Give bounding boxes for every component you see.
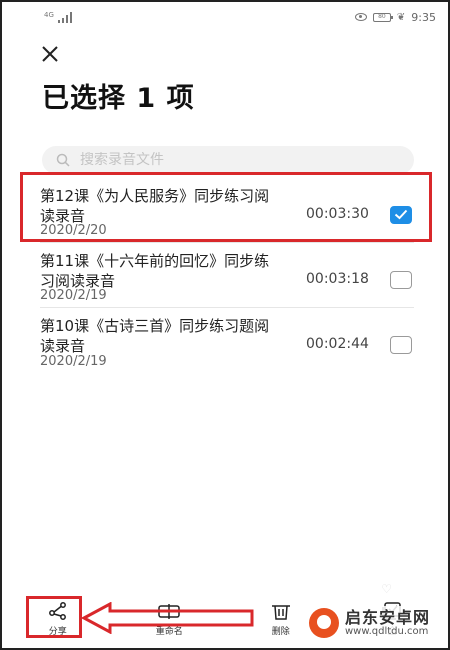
watermark-url: www.qdltdu.com bbox=[344, 626, 429, 638]
search-icon bbox=[56, 153, 70, 167]
trash-icon bbox=[271, 605, 290, 620]
recording-checkbox[interactable] bbox=[390, 336, 412, 354]
clock: 9:35 bbox=[411, 10, 436, 24]
watermark-text: 启东安卓网 www.qdltdu.com bbox=[345, 609, 430, 638]
rename-icon bbox=[158, 604, 180, 619]
recording-item-2[interactable]: 第11课《十六年前的回忆》同步练习阅读录音 00:03:18 2020/2/19 bbox=[40, 243, 414, 308]
watermark: 启东安卓网 www.qdltdu.com bbox=[304, 606, 434, 640]
screen: 4G 80 ❦ 9:35 已选择 1 项 搜索录音文件 第12课《为人民服务》同… bbox=[0, 0, 450, 650]
delete-button[interactable]: 删除 bbox=[251, 600, 311, 637]
watermark-logo-icon bbox=[308, 608, 339, 638]
recording-title: 第11课《十六年前的回忆》同步练习阅读录音 bbox=[40, 252, 270, 290]
recording-date: 2020/2/20 bbox=[40, 223, 107, 238]
delete-label: 删除 bbox=[271, 627, 290, 637]
leaf-icon: ❦ bbox=[396, 11, 406, 23]
battery-icon: 80 bbox=[372, 12, 393, 22]
recording-title: 第12课《为人民服务》同步练习阅读录音 bbox=[40, 187, 270, 225]
status-right: 80 ❦ 9:35 bbox=[354, 10, 436, 24]
page-title: 已选择 1 项 bbox=[42, 83, 195, 114]
recording-date: 2020/2/19 bbox=[40, 354, 107, 369]
recording-duration: 00:03:30 bbox=[306, 206, 369, 222]
eye-comfort-icon bbox=[354, 13, 367, 21]
signal-icon: 4G bbox=[44, 11, 72, 23]
share-button[interactable]: 分享 bbox=[28, 600, 88, 637]
share-icon bbox=[48, 602, 66, 620]
recording-checkbox-checked[interactable] bbox=[390, 206, 412, 224]
recording-duration: 00:02:44 bbox=[306, 336, 369, 352]
close-icon bbox=[42, 46, 58, 62]
checkmark-icon bbox=[394, 209, 408, 220]
recording-list: 第12课《为人民服务》同步练习阅读录音 00:03:30 2020/2/20 第… bbox=[40, 178, 414, 373]
network-type: 4G bbox=[44, 11, 54, 19]
search-input[interactable] bbox=[80, 152, 380, 168]
recording-title: 第10课《古诗三首》同步练习题阅读录音 bbox=[40, 317, 270, 355]
recording-duration: 00:03:18 bbox=[306, 271, 369, 287]
close-button[interactable] bbox=[40, 44, 64, 68]
recording-date: 2020/2/19 bbox=[40, 288, 107, 303]
recording-item-3[interactable]: 第10课《古诗三首》同步练习题阅读录音 00:02:44 2020/2/19 bbox=[40, 308, 414, 373]
watermark-name: 启东安卓网 bbox=[344, 607, 430, 627]
recording-item-1[interactable]: 第12课《为人民服务》同步练习阅读录音 00:03:30 2020/2/20 bbox=[40, 178, 414, 243]
rename-button[interactable]: 重命名 bbox=[139, 600, 199, 637]
status-bar: 4G 80 ❦ 9:35 bbox=[2, 2, 448, 32]
battery-level: 80 bbox=[378, 12, 386, 20]
share-label: 分享 bbox=[48, 627, 67, 637]
rename-label: 重命名 bbox=[155, 627, 183, 637]
search-box[interactable] bbox=[42, 146, 414, 174]
recording-checkbox[interactable] bbox=[390, 271, 412, 289]
